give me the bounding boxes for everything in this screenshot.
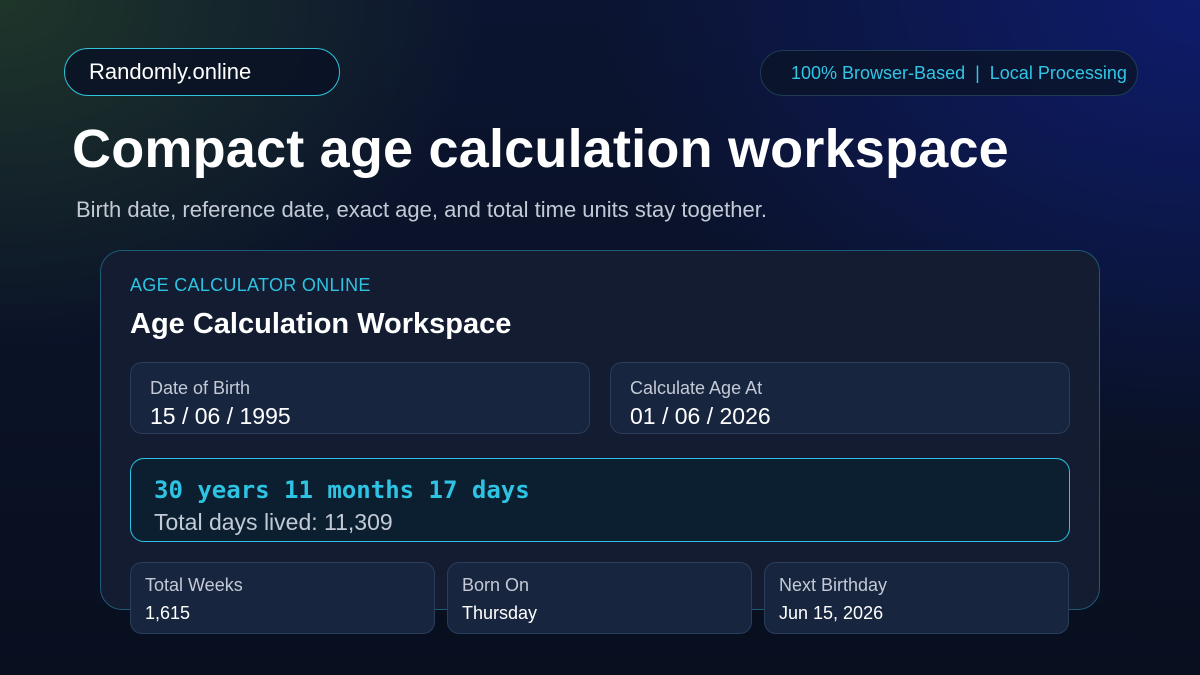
birth-date-label: Date of Birth [150, 378, 251, 398]
stat-total-weeks: Total Weeks 1,615 [130, 562, 435, 634]
badge-browser-based: 100% Browser-Based [791, 62, 966, 83]
privacy-badge: 100% Browser-Based | Local Processing [760, 50, 1138, 96]
exact-age-result: 30 years 11 months 17 days [154, 476, 530, 504]
page-subtitle: Birth date, reference date, exact age, a… [76, 197, 767, 222]
stat-value: 1,615 [145, 603, 191, 623]
stat-label: Born On [462, 575, 530, 595]
stat-value: Jun 15, 2026 [779, 603, 884, 623]
age-result-panel: 30 years 11 months 17 days Total days li… [130, 458, 1070, 542]
card-title: Age Calculation Workspace [130, 308, 512, 340]
badge-local-processing: Local Processing [989, 62, 1127, 83]
total-days-result: Total days lived: 11,309 [154, 509, 393, 535]
reference-date-label: Calculate Age At [630, 378, 763, 398]
brand-name: Randomly.online [89, 59, 252, 84]
stat-label: Next Birthday [779, 575, 888, 595]
reference-date-value[interactable]: 01 / 06 / 2026 [630, 403, 1069, 429]
birth-date-value[interactable]: 15 / 06 / 1995 [150, 403, 589, 429]
brand-pill[interactable]: Randomly.online [64, 48, 340, 96]
birth-date-field[interactable]: Date of Birth 15 / 06 / 1995 [130, 362, 590, 434]
stat-next-birthday: Next Birthday Jun 15, 2026 [764, 562, 1069, 634]
stat-value: Thursday [462, 603, 538, 623]
stat-born-on: Born On Thursday [447, 562, 752, 634]
card-eyebrow: AGE CALCULATOR ONLINE [130, 275, 371, 295]
badge-separator: | [975, 62, 980, 83]
reference-date-field[interactable]: Calculate Age At 01 / 06 / 2026 [610, 362, 1070, 434]
page-title: Compact age calculation workspace [72, 119, 1009, 179]
stat-label: Total Weeks [145, 575, 243, 595]
